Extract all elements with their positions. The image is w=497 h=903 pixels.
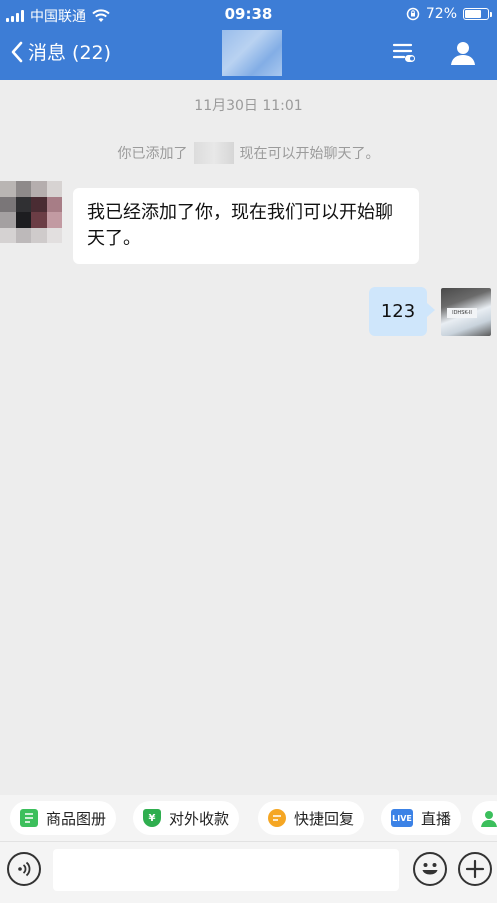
quick-action-live[interactable]: LIVE 直播: [381, 801, 462, 835]
system-notice: 你已添加了 现在可以开始聊天了。: [0, 142, 497, 164]
my-avatar[interactable]: IDHSK-II: [441, 288, 491, 336]
battery-percent: 72%: [425, 6, 457, 22]
message-input[interactable]: [53, 849, 399, 891]
quick-action-payment[interactable]: ¥ 对外收款: [133, 801, 240, 835]
outgoing-message-bubble[interactable]: 123: [369, 287, 435, 336]
chat-settings-icon[interactable]: [391, 40, 417, 66]
catalog-icon: [20, 809, 38, 827]
contact-card-icon: [481, 811, 497, 827]
status-bar: 中国联通 09:38 72%: [0, 0, 497, 30]
rotation-lock-icon: [406, 7, 420, 21]
system-notice-prefix: 你已添加了: [117, 146, 188, 162]
emoji-button[interactable]: [413, 852, 447, 886]
voice-input-button[interactable]: [7, 852, 41, 886]
live-icon: LIVE: [391, 809, 413, 827]
outgoing-message-text: 123: [380, 301, 416, 322]
voice-icon: [18, 861, 31, 877]
quick-action-label: 直播: [421, 809, 452, 828]
quick-action-catalog[interactable]: 商品图册: [10, 801, 117, 835]
chevron-left-icon: [11, 41, 23, 62]
battery-fill: [465, 10, 481, 18]
profile-icon[interactable]: [450, 40, 476, 66]
contact-avatar[interactable]: [0, 181, 62, 243]
emoji-icon: [422, 863, 438, 875]
system-notice-suffix: 现在可以开始聊天了。: [239, 146, 380, 162]
contact-name-blurred: [193, 142, 234, 164]
incoming-message-bubble[interactable]: 我已经添加了你，现在我们可以开始聊天了。: [73, 188, 419, 264]
message-timestamp: 11月30日 11:01: [194, 98, 303, 114]
quick-action-quick-reply[interactable]: 快捷回复: [258, 801, 365, 835]
nav-bar: 消息 (22): [0, 30, 497, 80]
header-bar: 中国联通 09:38 72% 消息 (22): [0, 0, 497, 80]
incoming-message-text: 我已经添加了你，现在我们可以开始聊天了。: [87, 202, 393, 249]
payment-icon: ¥: [143, 809, 161, 827]
quick-action-label: 快捷回复: [294, 809, 355, 828]
back-button[interactable]: 消息 (22): [10, 38, 111, 65]
input-bar: [0, 841, 497, 903]
quick-action-label: 商品图册: [46, 809, 107, 828]
contact-name-blurred: [222, 30, 282, 76]
quick-action-label: 对外收款: [169, 809, 230, 828]
quick-actions-bar: 商品图册 ¥ 对外收款 快捷回复 LIVE 直播: [0, 795, 497, 841]
battery-icon: [463, 8, 492, 20]
back-label: 消息 (22): [28, 42, 112, 64]
more-button[interactable]: [458, 852, 492, 886]
plus-icon: [465, 859, 485, 879]
quick-reply-icon: [268, 809, 286, 827]
avatar-photo-tag: IDHSK-II: [447, 308, 477, 318]
quick-action-more[interactable]: [472, 801, 497, 835]
